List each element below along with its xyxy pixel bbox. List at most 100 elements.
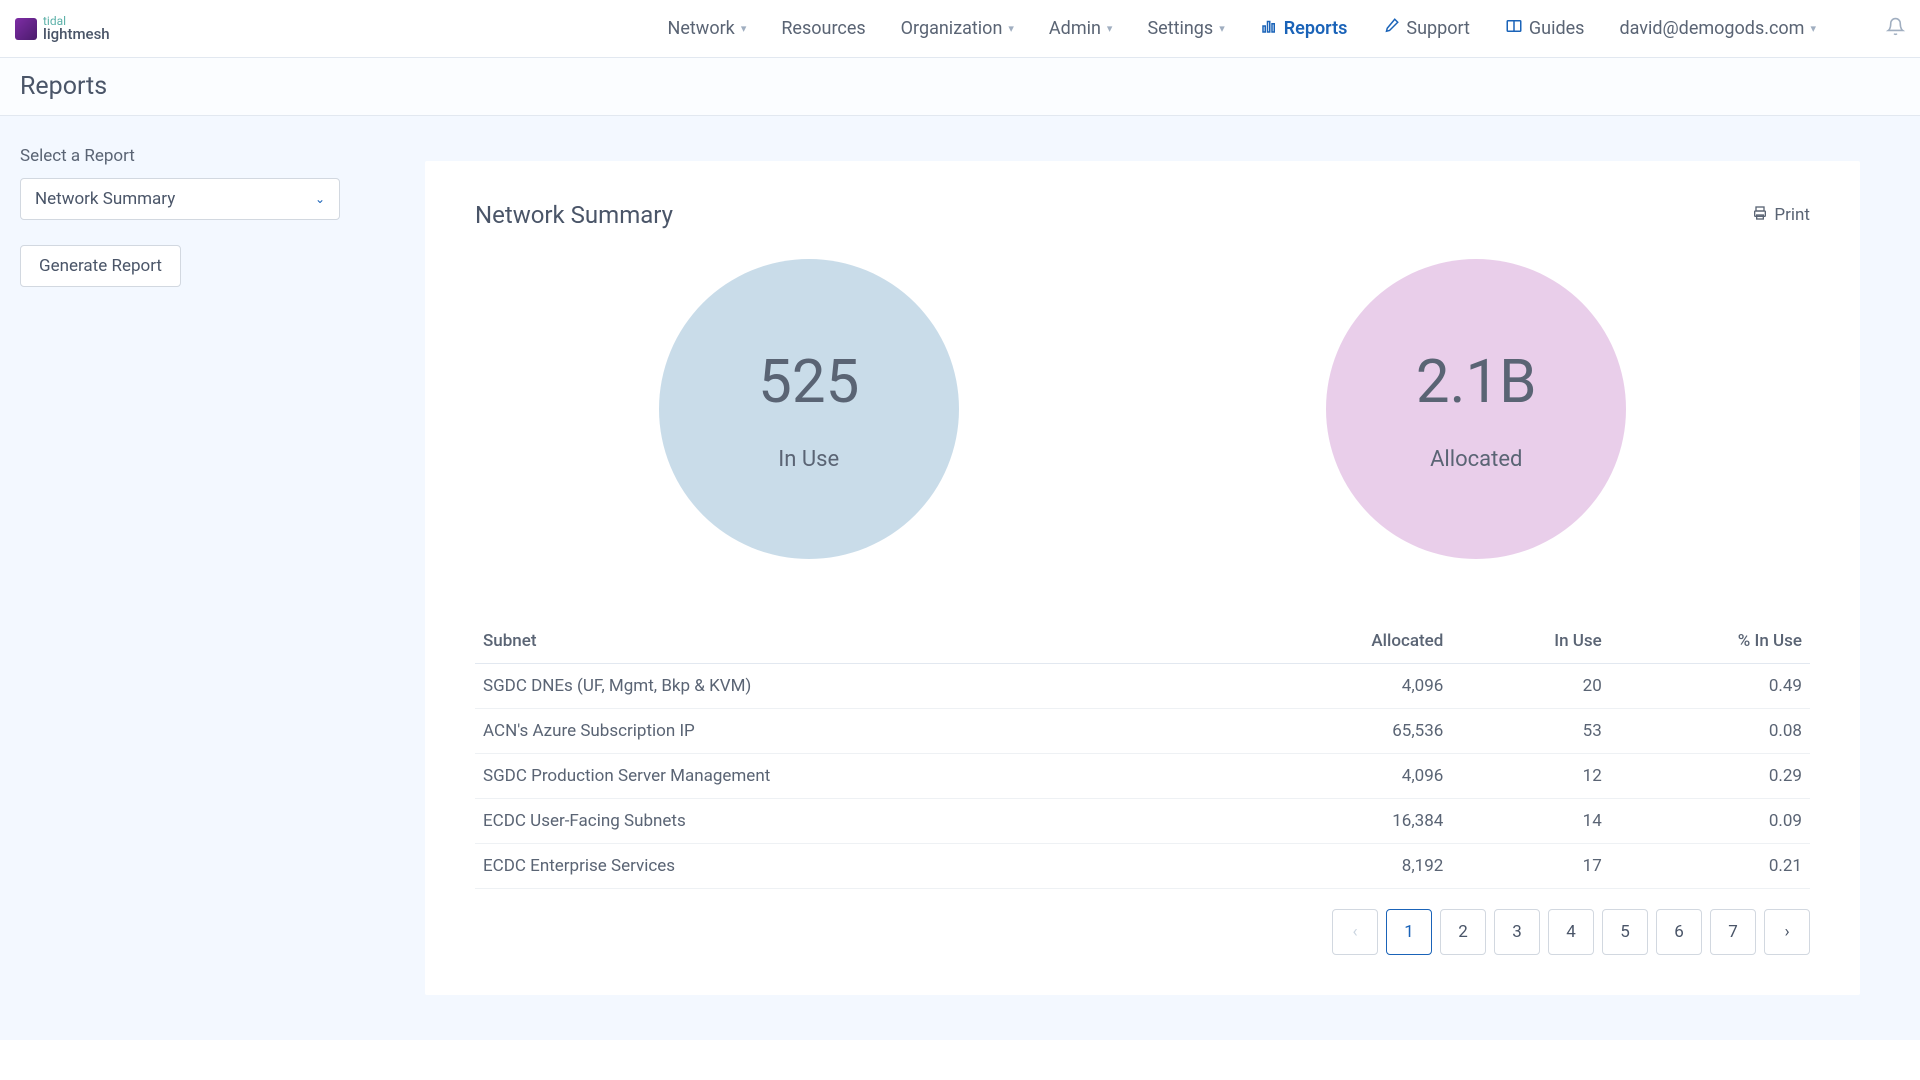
- guides-icon: [1505, 17, 1523, 40]
- page-next-button[interactable]: ›: [1764, 909, 1810, 955]
- cell-allocated: 8,192: [1232, 844, 1452, 889]
- cell-allocated: 4,096: [1232, 754, 1452, 799]
- nav-admin[interactable]: Admin ▾: [1049, 18, 1113, 39]
- cell-allocated: 65,536: [1232, 709, 1452, 754]
- in-use-label: In Use: [778, 447, 839, 472]
- chevron-right-icon: ›: [1784, 922, 1789, 942]
- chevron-down-icon: ▾: [1219, 22, 1225, 35]
- print-icon: [1752, 205, 1768, 226]
- chevron-down-icon: ▾: [741, 22, 747, 35]
- nav-guides[interactable]: Guides: [1505, 17, 1585, 40]
- cell-pct: 0.09: [1610, 799, 1810, 844]
- allocated-value: 2.1B: [1416, 346, 1537, 417]
- main-nav: Network ▾ Resources Organization ▾ Admin…: [668, 17, 1905, 41]
- select-report-label: Select a Report: [20, 146, 405, 166]
- page-button-6[interactable]: 6: [1656, 909, 1702, 955]
- cell-subnet: SGDC DNEs (UF, Mgmt, Bkp & KVM): [475, 664, 1232, 709]
- col-in-use[interactable]: In Use: [1451, 619, 1609, 664]
- chevron-down-icon: ▾: [1810, 22, 1816, 35]
- cell-subnet: SGDC Production Server Management: [475, 754, 1232, 799]
- nav-reports-label: Reports: [1284, 18, 1348, 39]
- main-area: Select a Report Network Summary ⌄ Genera…: [0, 116, 1920, 1040]
- topbar: tidal lightmesh Network ▾ Resources Orga…: [0, 0, 1920, 58]
- nav-settings-label: Settings: [1147, 18, 1213, 39]
- print-label: Print: [1774, 205, 1810, 225]
- table-row[interactable]: ACN's Azure Subscription IP65,536530.08: [475, 709, 1810, 754]
- cell-allocated: 16,384: [1232, 799, 1452, 844]
- page-title-bar: Reports: [0, 58, 1920, 116]
- cell-in-use: 14: [1451, 799, 1609, 844]
- nav-support-label: Support: [1406, 18, 1470, 39]
- chevron-left-icon: ‹: [1352, 922, 1357, 942]
- in-use-circle: 525 In Use: [659, 259, 959, 559]
- table-row[interactable]: ECDC User-Facing Subnets16,384140.09: [475, 799, 1810, 844]
- report-title: Network Summary: [475, 201, 673, 229]
- table-row[interactable]: SGDC Production Server Management4,09612…: [475, 754, 1810, 799]
- nav-organization-label: Organization: [901, 18, 1003, 39]
- nav-admin-label: Admin: [1049, 18, 1101, 39]
- nav-resources[interactable]: Resources: [781, 18, 865, 39]
- table-body: SGDC DNEs (UF, Mgmt, Bkp & KVM)4,096200.…: [475, 664, 1810, 889]
- chart-icon: [1260, 17, 1278, 40]
- sidebar: Select a Report Network Summary ⌄ Genera…: [0, 116, 425, 1040]
- table-header-row: Subnet Allocated In Use % In Use: [475, 619, 1810, 664]
- pagination: ‹ 1234567 ›: [475, 909, 1810, 955]
- cell-in-use: 12: [1451, 754, 1609, 799]
- page-prev-button[interactable]: ‹: [1332, 909, 1378, 955]
- page-button-7[interactable]: 7: [1710, 909, 1756, 955]
- nav-resources-label: Resources: [781, 18, 865, 39]
- logo[interactable]: tidal lightmesh: [15, 15, 110, 42]
- report-panel: Network Summary Print 525 In Use 2.1B Al…: [425, 161, 1860, 995]
- nav-settings[interactable]: Settings ▾: [1147, 18, 1224, 39]
- nav-organization[interactable]: Organization ▾: [901, 18, 1014, 39]
- cell-allocated: 4,096: [1232, 664, 1452, 709]
- report-select[interactable]: Network Summary ⌄: [20, 178, 340, 220]
- cell-pct: 0.29: [1610, 754, 1810, 799]
- table-row[interactable]: SGDC DNEs (UF, Mgmt, Bkp & KVM)4,096200.…: [475, 664, 1810, 709]
- col-pct-in-use[interactable]: % In Use: [1610, 619, 1810, 664]
- allocated-circle: 2.1B Allocated: [1326, 259, 1626, 559]
- page-button-4[interactable]: 4: [1548, 909, 1594, 955]
- nav-support[interactable]: Support: [1382, 17, 1470, 40]
- logo-text-bottom: lightmesh: [43, 27, 110, 42]
- print-button[interactable]: Print: [1752, 205, 1810, 226]
- logo-icon: [15, 18, 37, 40]
- chevron-down-icon: ⌄: [315, 192, 325, 206]
- cell-pct: 0.21: [1610, 844, 1810, 889]
- col-allocated[interactable]: Allocated: [1232, 619, 1452, 664]
- cell-subnet: ECDC User-Facing Subnets: [475, 799, 1232, 844]
- cell-subnet: ACN's Azure Subscription IP: [475, 709, 1232, 754]
- col-subnet[interactable]: Subnet: [475, 619, 1232, 664]
- nav-reports[interactable]: Reports: [1260, 17, 1348, 40]
- chevron-down-icon: ▾: [1008, 22, 1014, 35]
- page-button-5[interactable]: 5: [1602, 909, 1648, 955]
- allocated-label: Allocated: [1430, 447, 1522, 472]
- summary-circles: 525 In Use 2.1B Allocated: [475, 259, 1810, 559]
- nav-user[interactable]: david@demogods.com ▾: [1619, 18, 1816, 39]
- generate-report-label: Generate Report: [39, 256, 162, 276]
- cell-in-use: 53: [1451, 709, 1609, 754]
- page-button-1[interactable]: 1: [1386, 909, 1432, 955]
- nav-network[interactable]: Network ▾: [668, 18, 747, 39]
- nav-guides-label: Guides: [1529, 18, 1585, 39]
- support-icon: [1382, 17, 1400, 40]
- cell-in-use: 20: [1451, 664, 1609, 709]
- report-select-value: Network Summary: [35, 189, 175, 209]
- page-button-3[interactable]: 3: [1494, 909, 1540, 955]
- bell-icon[interactable]: [1886, 17, 1905, 41]
- in-use-value: 525: [758, 346, 859, 417]
- subnet-table: Subnet Allocated In Use % In Use SGDC DN…: [475, 619, 1810, 889]
- table-row[interactable]: ECDC Enterprise Services8,192170.21: [475, 844, 1810, 889]
- chevron-down-icon: ▾: [1107, 22, 1113, 35]
- panel-head: Network Summary Print: [475, 201, 1810, 229]
- cell-in-use: 17: [1451, 844, 1609, 889]
- logo-text: tidal lightmesh: [43, 15, 110, 42]
- cell-pct: 0.08: [1610, 709, 1810, 754]
- nav-network-label: Network: [668, 18, 735, 39]
- page-title: Reports: [20, 72, 107, 101]
- cell-subnet: ECDC Enterprise Services: [475, 844, 1232, 889]
- generate-report-button[interactable]: Generate Report: [20, 245, 181, 287]
- page-button-2[interactable]: 2: [1440, 909, 1486, 955]
- cell-pct: 0.49: [1610, 664, 1810, 709]
- nav-user-label: david@demogods.com: [1619, 18, 1804, 39]
